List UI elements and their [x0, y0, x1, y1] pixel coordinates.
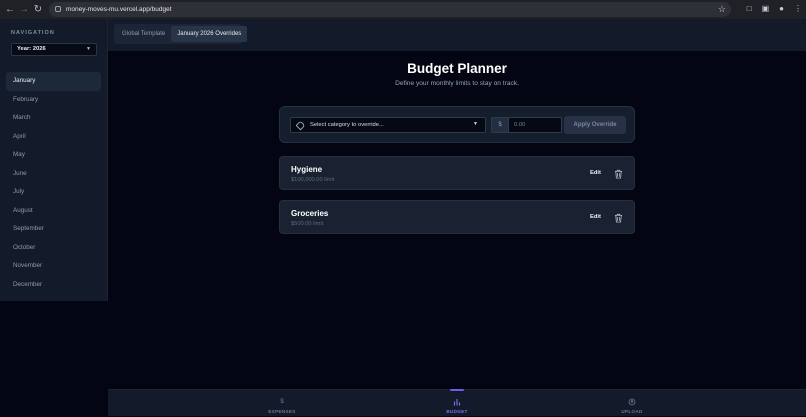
sidebar-item-april[interactable]: April — [6, 128, 101, 147]
top-bar: Global Template January 2026 Overrides — [108, 19, 806, 51]
budget-card-hygiene: Hygiene $100,000.00 limit Edit — [279, 156, 635, 190]
page-title: Budget Planner — [407, 61, 507, 76]
chart-icon — [432, 395, 482, 409]
sidebar-item-june[interactable]: June — [6, 165, 101, 184]
tab-expenses[interactable]: $ EXPENSES — [257, 390, 307, 417]
site-info-icon[interactable] — [55, 6, 61, 12]
extensions-icon[interactable]: □ — [747, 4, 752, 13]
chevron-down-icon: ▼ — [473, 121, 478, 127]
profile-icon[interactable]: ● — [779, 4, 784, 13]
sidebar-item-december[interactable]: December — [6, 276, 101, 295]
tab-budget[interactable]: BUDGET — [432, 389, 482, 417]
sidebar-item-august[interactable]: August — [6, 202, 101, 221]
reload-icon[interactable]: ↻ — [31, 2, 45, 16]
browser-menu-icon[interactable]: ⋮ — [794, 4, 802, 13]
back-icon[interactable]: ← — [3, 2, 17, 16]
chevron-down-icon: ▼ — [86, 46, 91, 52]
category-select-placeholder: Select category to override... — [310, 122, 384, 128]
navigation-label: NAVIGATION — [11, 30, 55, 36]
tab-label: UPLOAD — [621, 409, 643, 414]
override-form: Select category to override... ▼ $ 0.00 … — [279, 106, 635, 143]
tab-global-template[interactable]: Global Template — [116, 26, 171, 42]
budget-limit: $100,000.00 limit — [291, 177, 335, 183]
tab-search-icon[interactable]: ▣ — [762, 4, 770, 13]
sidebar-item-september[interactable]: September — [6, 220, 101, 239]
template-toggle: Global Template January 2026 Overrides — [114, 24, 248, 44]
sidebar-item-march[interactable]: March — [6, 109, 101, 128]
tag-icon — [295, 120, 306, 130]
sidebar-item-july[interactable]: July — [6, 183, 101, 202]
bottom-navigation: $ EXPENSES BUDGET UPLOAD — [108, 389, 806, 416]
browser-toolbar: ← → ↻ money-moves-mu.vercel.app/budget ☆… — [0, 0, 806, 19]
edit-button[interactable]: Edit — [590, 214, 601, 220]
upload-icon — [607, 395, 657, 409]
page-subtitle: Define your monthly limits to stay on tr… — [395, 80, 519, 87]
sidebar: NAVIGATION Year: 2026 ▼ January February… — [0, 19, 108, 301]
amount-input[interactable]: 0.00 — [508, 117, 562, 133]
budget-name: Groceries — [291, 209, 329, 218]
tab-upload[interactable]: UPLOAD — [607, 390, 657, 417]
trash-icon[interactable] — [614, 169, 623, 179]
currency-prefix: $ — [491, 117, 509, 133]
sidebar-item-february[interactable]: February — [6, 91, 101, 110]
year-select[interactable]: Year: 2026 ▼ — [11, 43, 97, 56]
sidebar-item-may[interactable]: May — [6, 146, 101, 165]
sidebar-item-november[interactable]: November — [6, 257, 101, 276]
month-list: January February March April May June Ju… — [6, 72, 101, 294]
sidebar-item-january[interactable]: January — [6, 72, 101, 91]
dollar-icon: $ — [280, 399, 284, 405]
tab-label: BUDGET — [446, 409, 468, 414]
browser-extension-icons: □ ▣ ● ⋮ — [747, 4, 802, 13]
budget-card-groceries: Groceries $500.00 limit Edit — [279, 200, 635, 234]
url-text: money-moves-mu.vercel.app/budget — [66, 6, 172, 13]
category-select[interactable]: Select category to override... ▼ — [290, 117, 486, 133]
budget-name: Hygiene — [291, 165, 323, 174]
apply-override-button[interactable]: Apply Override — [564, 116, 626, 134]
budget-limit: $500.00 limit — [291, 221, 324, 227]
active-tab-indicator — [450, 389, 464, 391]
main-content: Global Template January 2026 Overrides B… — [108, 19, 806, 416]
edit-button[interactable]: Edit — [590, 170, 601, 176]
forward-icon[interactable]: → — [17, 2, 31, 16]
trash-icon[interactable] — [614, 213, 623, 223]
sidebar-item-october[interactable]: October — [6, 239, 101, 258]
address-bar[interactable]: money-moves-mu.vercel.app/budget ☆ — [49, 2, 731, 17]
tab-label: EXPENSES — [268, 409, 296, 414]
year-select-value: Year: 2026 — [17, 46, 46, 52]
bookmark-star-icon[interactable]: ☆ — [718, 4, 726, 15]
tab-month-overrides[interactable]: January 2026 Overrides — [171, 26, 248, 42]
